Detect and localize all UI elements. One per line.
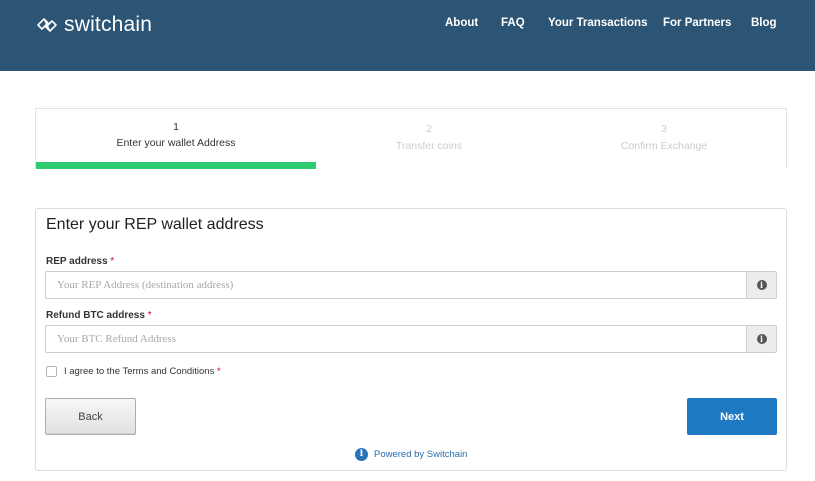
terms-label[interactable]: I agree to the Terms and Conditions * — [64, 366, 221, 377]
refund-address-info-button[interactable]: i — [746, 326, 776, 352]
step-1-number: 1 — [173, 121, 179, 133]
step-2-label: Transfer coins — [395, 140, 463, 152]
refund-address-input[interactable] — [46, 326, 746, 352]
terms-checkbox[interactable] — [46, 365, 57, 377]
refund-address-field: i — [45, 325, 777, 353]
rep-address-info-button[interactable]: i — [746, 272, 776, 298]
brand-name: switchain — [64, 13, 153, 36]
rep-address-input[interactable] — [46, 272, 746, 298]
powered-by-text: Powered by Switchain — [374, 448, 468, 460]
step-3-number: 3 — [661, 123, 667, 135]
info-circle-icon: i — [355, 447, 368, 461]
nav-link-for-partners[interactable]: For Partners — [663, 17, 731, 31]
rep-address-label: REP address * — [46, 256, 114, 267]
brand-logo[interactable]: switchain — [35, 12, 152, 38]
rep-address-label-text: REP address — [46, 256, 108, 267]
refund-address-label: Refund BTC address * — [46, 310, 152, 321]
required-asterisk: * — [110, 256, 115, 267]
step-2-number: 2 — [426, 123, 432, 135]
powered-by-link[interactable]: i Powered by Switchain — [355, 447, 467, 461]
wallet-form-card: Enter your REP wallet address REP addres… — [35, 208, 787, 471]
info-icon: i — [756, 280, 767, 290]
step-3: 3 Confirm Exchange — [542, 109, 786, 165]
form-title: Enter your REP wallet address — [46, 216, 264, 233]
next-button[interactable]: Next — [687, 398, 777, 435]
nav-link-blog[interactable]: Blog — [751, 17, 777, 31]
step-1-label: Enter your wallet Address — [116, 137, 236, 149]
step-indicator: 1 Enter your wallet Address 2 Transfer c… — [35, 108, 787, 168]
step-1: 1 Enter your wallet Address — [36, 109, 316, 165]
required-asterisk: * — [147, 310, 152, 321]
terms-label-text: I agree to the Terms and Conditions — [64, 365, 215, 377]
rep-address-field: i — [45, 271, 777, 299]
terms-row: I agree to the Terms and Conditions * — [46, 365, 221, 377]
info-icon: i — [756, 334, 767, 344]
nav-link-about[interactable]: About — [445, 17, 478, 31]
required-asterisk: * — [216, 365, 221, 377]
nav-link-faq[interactable]: FAQ — [501, 17, 525, 31]
refund-address-label-text: Refund BTC address — [46, 310, 145, 321]
step-3-label: Confirm Exchange — [620, 140, 708, 152]
step-2: 2 Transfer coins — [316, 109, 542, 165]
back-button[interactable]: Back — [45, 398, 136, 435]
switchain-logo-icon — [37, 18, 57, 32]
step-progress-bar — [36, 162, 316, 169]
nav-link-your-transactions[interactable]: Your Transactions — [548, 17, 647, 31]
top-nav-bar: switchain About FAQ Your Transactions Fo… — [0, 0, 815, 71]
